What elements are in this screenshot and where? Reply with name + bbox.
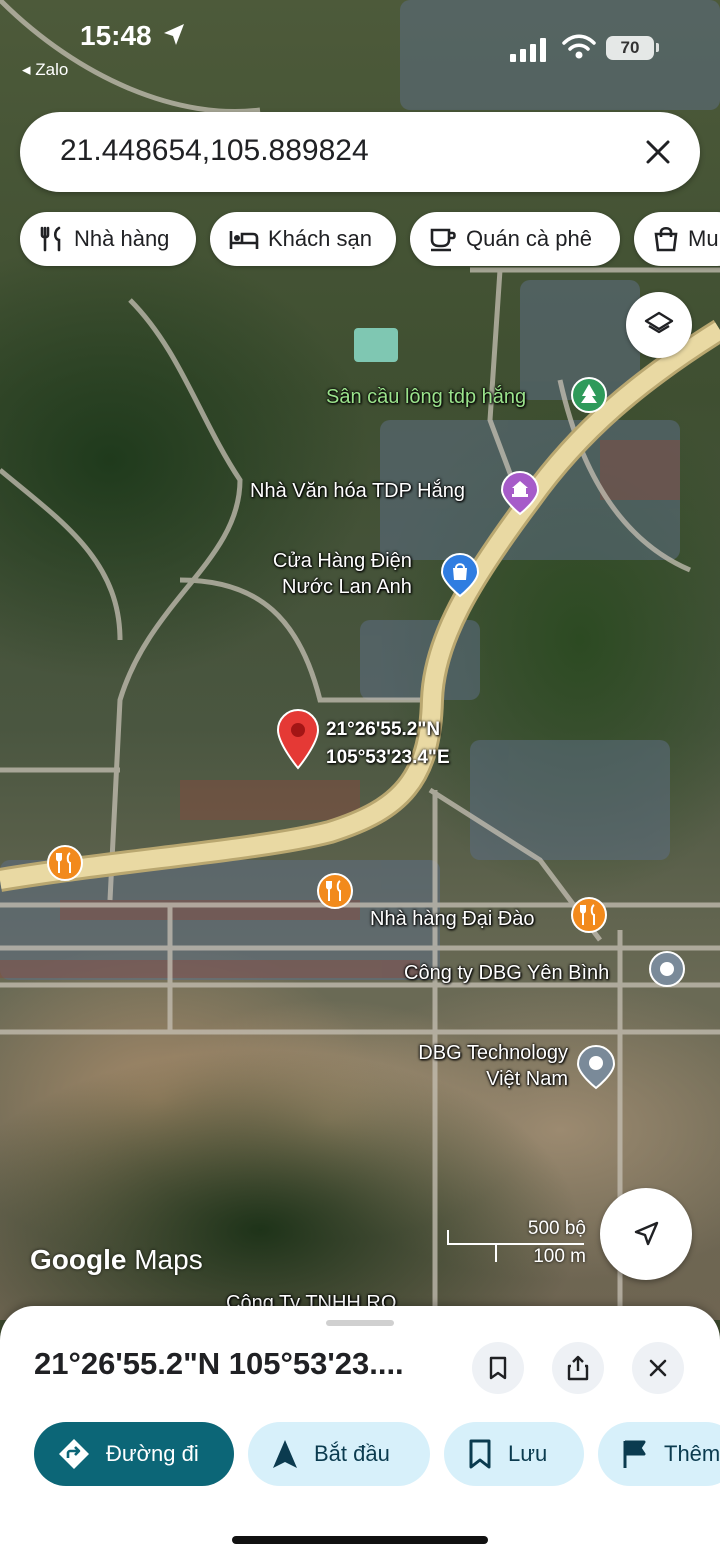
restaurant-icon[interactable] <box>316 872 354 910</box>
place-icon[interactable] <box>576 1044 616 1090</box>
chip-coffee[interactable]: Quán cà phê <box>410 212 620 266</box>
pin-lat: 21°26'55.2"N <box>326 719 441 740</box>
close-icon[interactable] <box>638 132 678 172</box>
poi-label-cua-hang-line2: Nước Lan Anh <box>282 576 412 598</box>
restaurant-icon[interactable] <box>46 844 84 882</box>
bookmark-icon <box>489 1356 507 1380</box>
restaurant-icon <box>40 226 61 252</box>
map-scale: 500 bộ 100 m <box>446 1218 586 1268</box>
cellular-signal-icon <box>510 38 546 62</box>
search-input[interactable]: 21.448654,105.889824 <box>60 134 369 168</box>
map-view[interactable]: Sân cầu lông tdp hắng Nhà Văn hóa TDP Hắ… <box>0 0 720 1320</box>
navigation-arrow-icon <box>634 1221 659 1246</box>
sheet-drag-handle[interactable] <box>326 1320 394 1326</box>
chip-shopping[interactable]: Mu <box>634 212 720 266</box>
place-sheet[interactable]: 21°26'55.2"N 105°53'23.... Đường đi Bắt … <box>0 1306 720 1558</box>
park-icon[interactable] <box>570 376 608 414</box>
battery-indicator: 70 <box>606 36 654 60</box>
location-pin-icon[interactable] <box>276 708 320 770</box>
poi-label-nha-van-hoa[interactable]: Nhà Văn hóa TDP Hắng <box>250 478 465 504</box>
home-indicator <box>232 1536 488 1544</box>
scale-metric: 100 m <box>533 1246 586 1267</box>
save-action-button[interactable]: Lưu <box>444 1422 584 1486</box>
back-to-app-link[interactable]: ◂ Zalo <box>22 60 68 80</box>
wifi-icon <box>562 34 596 59</box>
share-icon <box>567 1355 589 1381</box>
chip-shopping-label: Mu <box>688 226 719 251</box>
logo-maps: Maps <box>134 1244 203 1275</box>
navigation-icon <box>273 1440 297 1468</box>
status-bar: 15:48 ◂ Zalo 70 <box>0 0 720 90</box>
save-button[interactable] <box>472 1342 524 1394</box>
map-roads <box>0 0 720 1320</box>
google-maps-logo: Google Maps <box>30 1244 203 1276</box>
restaurant-icon[interactable] <box>570 896 608 934</box>
poi-label-nha-hang-dai-dao[interactable]: Nhà hàng Đại Đào <box>370 906 535 932</box>
category-chips: Nhà hàng Khách sạn Quán cà phê Mu <box>0 212 720 268</box>
chip-hotels-label: Khách sạn <box>268 226 372 251</box>
place-title: 21°26'55.2"N 105°53'23.... <box>34 1346 404 1381</box>
close-sheet-button[interactable] <box>632 1342 684 1394</box>
status-time: 15:48 <box>80 20 152 51</box>
flag-icon <box>623 1440 646 1468</box>
layers-icon <box>644 311 674 334</box>
more-button[interactable]: Thêm <box>598 1422 720 1486</box>
save-action-label: Lưu <box>508 1441 548 1466</box>
logo-google: Google <box>30 1244 127 1275</box>
location-services-icon <box>164 24 184 45</box>
poi-label-dbg-technology[interactable]: DBG Technology Việt Nam <box>388 1040 568 1092</box>
search-bar[interactable]: 21.448654,105.889824 <box>20 112 700 192</box>
chip-coffee-label: Quán cà phê <box>466 226 592 251</box>
pin-lng: 105°53'23.4"E <box>326 747 450 768</box>
directions-button[interactable]: Đường đi <box>34 1422 234 1486</box>
shopping-bag-icon <box>654 226 678 252</box>
close-icon <box>649 1359 667 1377</box>
landmark-icon[interactable] <box>500 470 540 516</box>
battery-tip <box>656 43 659 52</box>
poi-label-san-cau-long[interactable]: Sân cầu lông tdp hắng <box>326 384 526 410</box>
directions-label: Đường đi <box>106 1441 199 1466</box>
chip-restaurants-label: Nhà hàng <box>74 226 170 251</box>
bookmark-icon <box>469 1439 491 1469</box>
share-button[interactable] <box>552 1342 604 1394</box>
start-button[interactable]: Bắt đầu <box>248 1422 430 1486</box>
coffee-icon <box>430 228 456 252</box>
my-location-button[interactable] <box>600 1188 692 1280</box>
store-icon[interactable] <box>440 552 480 598</box>
chip-restaurants[interactable]: Nhà hàng <box>20 212 196 266</box>
poi-label-cong-ty-dbg[interactable]: Công ty DBG Yên Bình <box>404 960 609 986</box>
directions-icon <box>59 1439 89 1469</box>
layers-button[interactable] <box>626 292 692 358</box>
pin-coordinates-label: 21°26'55.2"N 105°53'23.4"E <box>326 716 450 772</box>
poi-label-cua-hang[interactable]: Cửa Hàng Điện Nước Lan Anh <box>270 548 412 600</box>
hotel-icon <box>229 231 259 249</box>
more-label: Thêm <box>664 1441 720 1466</box>
start-label: Bắt đầu <box>314 1441 390 1466</box>
poi-label-cua-hang-line1: Cửa Hàng Điện <box>272 550 412 572</box>
chip-hotels[interactable]: Khách sạn <box>210 212 396 266</box>
place-icon[interactable] <box>648 950 686 988</box>
poi-label-dbg-line2: Việt Nam <box>486 1068 568 1090</box>
scale-imperial: 500 bộ <box>527 1218 586 1239</box>
poi-label-dbg-line1: DBG Technology <box>418 1042 568 1064</box>
